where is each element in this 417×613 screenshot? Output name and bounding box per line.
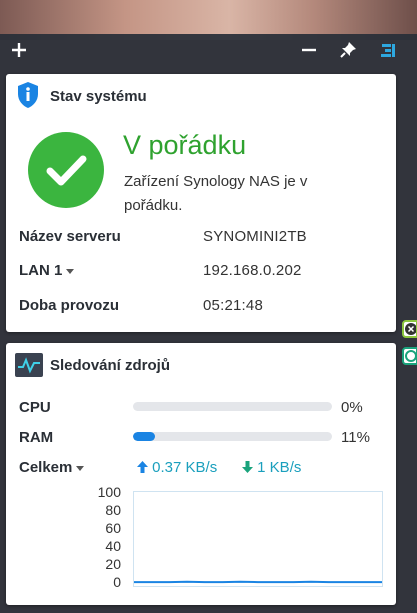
server-name-value: SYNOMINI2TB <box>203 228 307 245</box>
info-shield-icon <box>18 82 38 108</box>
status-title: V pořádku <box>123 130 247 160</box>
system-status-title: Stav systému <box>50 88 147 105</box>
chevron-down-icon <box>76 465 85 471</box>
chevron-down-icon <box>66 268 75 274</box>
upload-value: 0.37 KB/s <box>152 459 218 476</box>
resource-monitor-widget: Sledování zdrojů CPU 0% RAM 11% Celkem 0… <box>6 343 396 605</box>
ram-bar <box>133 432 332 441</box>
server-name-label: Název serveru <box>19 228 121 245</box>
y-tick-label: 100 <box>97 484 121 500</box>
close-side-tab[interactable] <box>402 320 417 338</box>
y-tick-label: 0 <box>113 574 121 590</box>
minus-icon <box>302 48 316 52</box>
lan-dropdown[interactable]: LAN 1 <box>19 262 75 279</box>
cpu-percent: 0% <box>341 399 363 416</box>
resource-monitor-title: Sledování zdrojů <box>50 357 171 374</box>
ram-bar-fill <box>133 432 155 441</box>
side-tab-secondary[interactable] <box>402 347 417 365</box>
widget-toolbar <box>0 34 417 66</box>
uptime-label: Doba provozu <box>19 297 119 314</box>
minimize-button[interactable] <box>294 34 324 66</box>
pin-icon <box>340 42 356 58</box>
upload-rate: 0.37 KB/s <box>137 459 217 476</box>
download-rate: 1 KB/s <box>242 459 301 476</box>
y-tick-label: 40 <box>105 538 121 554</box>
layout-button[interactable] <box>373 34 403 66</box>
cpu-label: CPU <box>19 399 51 416</box>
network-chart <box>133 491 383 587</box>
pin-button[interactable] <box>333 34 363 66</box>
plus-icon <box>12 43 26 57</box>
y-tick-label: 60 <box>105 520 121 536</box>
ram-label: RAM <box>19 429 54 446</box>
system-status-widget: Stav systému V pořádku Zařízení Synology… <box>6 74 396 332</box>
monitor-chart-icon <box>15 353 43 377</box>
cpu-bar <box>133 402 332 411</box>
status-description: Zařízení Synology NAS je v pořádku. <box>124 173 308 214</box>
upload-arrow-icon <box>137 461 148 473</box>
ram-percent: 11% <box>341 429 370 446</box>
download-arrow-icon <box>242 461 253 473</box>
add-widget-button[interactable] <box>4 34 34 66</box>
download-value: 1 KB/s <box>257 459 302 476</box>
lan-ip-value: 192.168.0.202 <box>203 262 302 279</box>
network-dropdown[interactable]: Celkem <box>19 459 85 476</box>
lan-label: LAN 1 <box>19 262 63 279</box>
y-tick-label: 80 <box>105 502 121 518</box>
status-ok-icon <box>28 132 104 208</box>
close-icon <box>405 323 417 335</box>
layout-icon <box>381 44 395 57</box>
y-tick-label: 20 <box>105 556 121 572</box>
refresh-icon <box>405 350 417 362</box>
network-label: Celkem <box>19 459 73 476</box>
uptime-value: 05:21:48 <box>203 297 263 314</box>
